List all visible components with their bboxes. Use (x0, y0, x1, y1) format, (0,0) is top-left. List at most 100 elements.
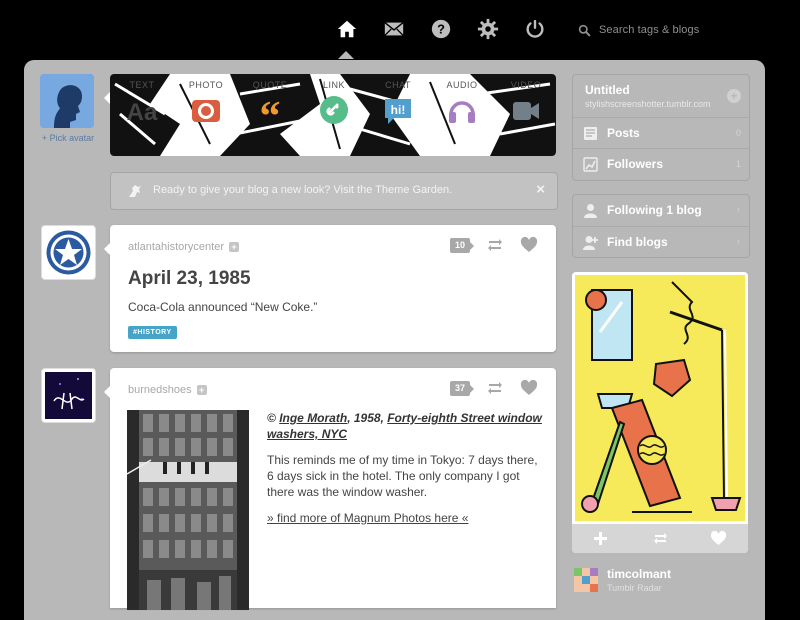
post-title: April 23, 1985 (128, 268, 251, 289)
posts-icon (584, 127, 597, 140)
post-burnedshoes: burnedshoes + 37 © Inge Morath, 1958, Fo… (104, 368, 556, 610)
search-input[interactable]: Search tags & blogs (599, 24, 699, 36)
camera-icon (192, 100, 220, 122)
post-type-bar: Text Aa Photo Quote “ Link Chat hi! Audi… (110, 74, 556, 156)
reblog-icon[interactable] (486, 236, 504, 254)
radar-attribution[interactable]: timcolmant Tumblr Radar (574, 566, 750, 600)
blog-avatar-atlantahistorycenter[interactable] (41, 225, 96, 280)
unicorn-icon (129, 185, 141, 197)
add-post-icon[interactable]: + (727, 89, 741, 103)
active-nav-pointer (338, 51, 354, 59)
svg-text:Aa: Aa (127, 99, 158, 126)
post-type-link[interactable]: Link (302, 74, 366, 156)
sidebar-item-label: Find blogs (607, 235, 668, 249)
radar-illustration[interactable] (572, 272, 748, 524)
blog-title[interactable]: Untitled (585, 83, 630, 97)
sidebar-item-label: Followers (607, 157, 664, 171)
post-blog-name[interactable]: atlantahistorycenter + (128, 241, 239, 253)
search-icon (578, 24, 591, 36)
post-atlantahistorycenter: atlantahistorycenter + 10 April 23, 1985 … (104, 225, 556, 352)
theme-notice-text: Ready to give your blog a new look? Visi… (153, 184, 453, 196)
theme-garden-notice[interactable]: Ready to give your blog a new look? Visi… (110, 172, 558, 210)
post-type-label: Link (322, 80, 345, 90)
heart-icon[interactable] (520, 236, 538, 254)
sidebar-item-label: Following 1 blog (607, 203, 702, 217)
mail-icon[interactable] (381, 16, 407, 42)
post-type-label: Text (129, 80, 155, 90)
sidebar-item-label: Posts (607, 126, 640, 140)
radar-actions (572, 524, 748, 553)
close-icon[interactable]: × (536, 181, 545, 198)
radar-user-avatar[interactable] (574, 568, 598, 592)
my-blog-panel: Untitled stylishscreenshotter.tumblr.com… (572, 74, 750, 181)
credit-year: , 1958, (347, 411, 388, 425)
power-icon[interactable] (522, 16, 548, 42)
text-icon: Aa (127, 99, 158, 126)
notes-count[interactable]: 37 (450, 381, 474, 396)
radar-label: Tumblr Radar (607, 583, 662, 593)
reblog-icon[interactable] (652, 530, 669, 547)
svg-text:hi!: hi! (391, 103, 406, 117)
more-magnum-link[interactable]: » find more of Magnum Photos here « (267, 511, 468, 525)
caption-text: This reminds me of my time in Tokyo: 7 d… (267, 453, 538, 499)
following-panel: Following 1 blog › Find blogs › (572, 194, 750, 258)
post-type-text[interactable]: Text Aa (110, 74, 174, 156)
user-icon (584, 204, 597, 218)
credit-prefix: © (267, 411, 280, 425)
svg-text:“: “ (260, 94, 281, 126)
chevron-right-icon: › (737, 204, 740, 214)
blog-name-text[interactable]: burnedshoes (128, 384, 192, 396)
post-type-photo[interactable]: Photo (174, 74, 238, 156)
svg-text:?: ? (437, 22, 445, 37)
sidebar-item-followers[interactable]: Followers 1 (573, 148, 749, 179)
post-type-quote[interactable]: Quote “ (238, 74, 302, 156)
quote-icon: “ (260, 94, 281, 126)
headphones-icon (449, 101, 475, 123)
blog-avatar-burnedshoes[interactable] (41, 368, 96, 423)
posts-count: 0 (735, 128, 741, 138)
help-icon[interactable]: ? (428, 16, 454, 42)
post-type-label: Photo (188, 80, 224, 90)
post-type-label: Video (510, 80, 542, 90)
home-icon[interactable] (334, 16, 360, 42)
add-user-icon (583, 236, 598, 250)
post-type-chat[interactable]: Chat hi! (366, 74, 430, 156)
follow-plus-icon[interactable] (592, 530, 609, 547)
tumblr-radar (572, 272, 748, 553)
sidebar-item-posts[interactable]: Posts 0 (573, 117, 749, 148)
video-icon (513, 102, 539, 120)
post-type-audio[interactable]: Audio (430, 74, 494, 156)
post-type-video[interactable]: Video (494, 74, 556, 156)
credit-author-link[interactable]: Inge Morath (279, 411, 347, 425)
post-caption: © Inge Morath, 1958, Forty-eighth Street… (267, 410, 542, 536)
heart-icon[interactable] (520, 379, 538, 397)
radar-user-name[interactable]: timcolmant (607, 567, 671, 581)
post-body: Coca-Cola announced “New Coke.” (128, 300, 318, 314)
pick-avatar-link[interactable]: + Pick avatar (40, 133, 96, 143)
followers-icon (583, 157, 598, 172)
post-type-label: Quote (252, 80, 288, 90)
post-type-label: Chat (385, 80, 411, 90)
follow-icon[interactable]: + (229, 242, 239, 253)
sidebar-item-find-blogs[interactable]: Find blogs › (573, 226, 749, 257)
notes-count[interactable]: 10 (450, 238, 474, 253)
heart-icon[interactable] (710, 530, 727, 547)
post-blog-name[interactable]: burnedshoes + (128, 384, 207, 396)
my-avatar[interactable] (40, 74, 94, 128)
top-nav-bar: ? Search tags & blogs (0, 0, 800, 60)
post-pointer (104, 386, 110, 398)
post-pointer (104, 243, 110, 255)
follow-icon[interactable]: + (196, 385, 207, 396)
post-type-label: Audio (446, 80, 478, 90)
blog-name-text[interactable]: atlantahistorycenter (128, 241, 224, 253)
sidebar-item-following[interactable]: Following 1 blog › (573, 195, 749, 225)
search-box[interactable]: Search tags & blogs (578, 20, 788, 40)
blog-url[interactable]: stylishscreenshotter.tumblr.com (585, 99, 713, 109)
followers-count: 1 (735, 159, 741, 169)
tag-history[interactable]: #HISTORY (128, 326, 177, 339)
reblog-icon[interactable] (486, 379, 504, 397)
gear-icon[interactable] (475, 16, 501, 42)
post-photo[interactable] (127, 410, 249, 610)
chat-icon: hi! (385, 99, 411, 124)
photo-credit: © Inge Morath, 1958, Forty-eighth Street… (267, 410, 542, 442)
